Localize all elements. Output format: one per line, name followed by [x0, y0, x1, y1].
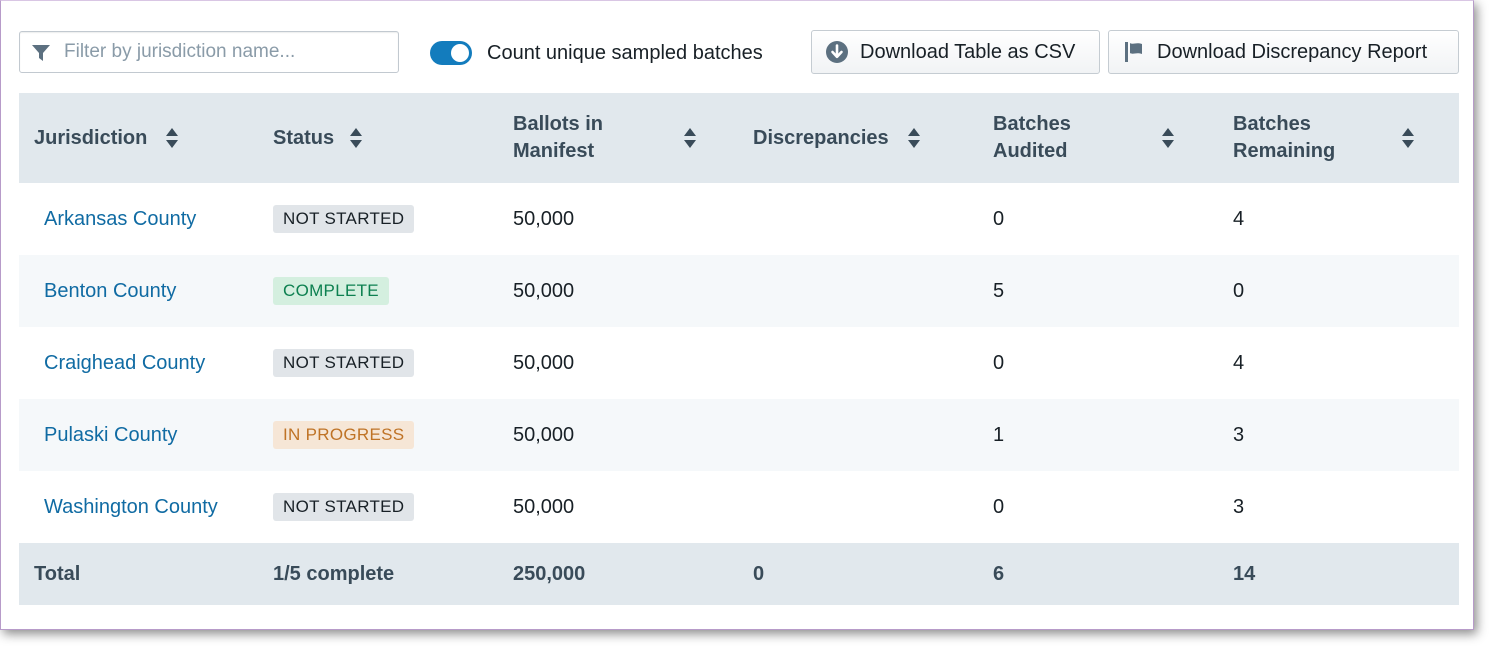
sort-icon	[350, 128, 362, 148]
batches-audited-cell: 0	[993, 495, 1005, 518]
sort-icon	[908, 128, 920, 148]
table-row: Washington County NOT STARTED 50,000 0 3	[19, 471, 1459, 543]
jurisdiction-cell: Craighead County	[44, 327, 205, 399]
column-header-status[interactable]: Status	[273, 93, 473, 183]
count-unique-switch[interactable]: Count unique sampled batches	[430, 39, 763, 67]
batches-audited-cell: 0	[993, 207, 1005, 230]
flag-icon	[1122, 40, 1146, 64]
sort-icon	[684, 128, 696, 148]
total-batches-remaining: 14	[1233, 562, 1256, 585]
arrow-down-circle-icon	[825, 40, 849, 64]
toggle-knob	[451, 44, 469, 62]
toggle-label: Count unique sampled batches	[487, 41, 763, 64]
table-row: Arkansas County NOT STARTED 50,000 0 4	[19, 183, 1459, 255]
column-header-label: Batches Remaining	[1233, 113, 1336, 162]
total-discrepancies: 0	[753, 562, 765, 585]
status-badge: IN PROGRESS	[273, 421, 415, 449]
batches-audited-cell: 1	[993, 423, 1005, 446]
ballots-cell: 50,000	[513, 423, 575, 446]
column-header-label: Ballots in Manifest	[513, 113, 604, 162]
download-csv-label: Download Table as CSV	[860, 40, 1076, 63]
download-discrepancy-label: Download Discrepancy Report	[1157, 40, 1428, 63]
batches-audited-cell: 0	[993, 351, 1005, 374]
status-badge: NOT STARTED	[273, 493, 415, 521]
column-header-jurisdiction[interactable]: Jurisdiction	[34, 93, 234, 183]
status-cell: IN PROGRESS	[273, 399, 415, 471]
sort-icon	[1162, 128, 1174, 148]
jurisdiction-cell: Benton County	[44, 255, 176, 327]
jurisdiction-link[interactable]: Pulaski County	[44, 424, 177, 447]
filter-icon	[31, 43, 51, 63]
jurisdiction-link[interactable]: Craighead County	[44, 352, 205, 375]
status-cell: NOT STARTED	[273, 471, 415, 543]
column-header-discrepancies[interactable]: Discrepancies	[753, 93, 953, 183]
batches-remaining-cell: 4	[1233, 207, 1245, 230]
table-footer-total-row: Total 1/5 complete 250,000 0 6 14	[19, 543, 1459, 605]
filter-field[interactable]	[19, 31, 399, 73]
table-row: Craighead County NOT STARTED 50,000 0 4	[19, 327, 1459, 399]
status-cell: NOT STARTED	[273, 327, 415, 399]
ballots-cell: 50,000	[513, 279, 575, 302]
total-status: 1/5 complete	[273, 562, 395, 585]
jurisdiction-cell: Pulaski County	[44, 399, 177, 471]
sort-icon	[1402, 128, 1414, 148]
download-discrepancy-button[interactable]: Download Discrepancy Report	[1108, 30, 1459, 74]
sort-icon	[166, 128, 178, 148]
batches-audited-cell: 5	[993, 279, 1005, 302]
status-cell: COMPLETE	[273, 255, 389, 327]
column-header-label: Status	[273, 126, 335, 149]
table-row: Pulaski County IN PROGRESS 50,000 1 3	[19, 399, 1459, 471]
ballots-cell: 50,000	[513, 351, 575, 374]
batches-remaining-cell: 4	[1233, 351, 1245, 374]
column-header-batches-audited[interactable]: Batches Audited	[993, 93, 1193, 183]
jurisdiction-cell: Arkansas County	[44, 183, 196, 255]
table-toolbar: Count unique sampled batches Download Ta…	[19, 30, 1459, 76]
jurisdiction-link[interactable]: Arkansas County	[44, 208, 196, 231]
jurisdiction-link[interactable]: Benton County	[44, 280, 176, 303]
status-badge: COMPLETE	[273, 277, 389, 305]
jurisdictions-table: Jurisdiction Status Ballots in Manifest …	[19, 93, 1459, 605]
column-header-ballots[interactable]: Ballots in Manifest	[513, 93, 713, 183]
table-row: Benton County COMPLETE 50,000 5 0	[19, 255, 1459, 327]
jurisdictions-panel: Count unique sampled batches Download Ta…	[0, 0, 1474, 630]
table-header: Jurisdiction Status Ballots in Manifest …	[19, 93, 1459, 183]
filter-input[interactable]	[64, 32, 384, 72]
total-ballots: 250,000	[513, 562, 586, 585]
jurisdiction-link[interactable]: Washington County	[44, 496, 218, 519]
status-cell: NOT STARTED	[273, 183, 415, 255]
column-header-batches-remaining[interactable]: Batches Remaining	[1233, 93, 1433, 183]
download-csv-button[interactable]: Download Table as CSV	[811, 30, 1100, 74]
column-header-label: Jurisdiction	[34, 126, 148, 149]
column-header-label: Discrepancies	[753, 126, 889, 149]
column-header-label: Batches Audited	[993, 113, 1071, 162]
status-badge: NOT STARTED	[273, 205, 415, 233]
batches-remaining-cell: 3	[1233, 423, 1245, 446]
total-label: Total	[34, 562, 81, 585]
status-badge: NOT STARTED	[273, 349, 415, 377]
ballots-cell: 50,000	[513, 207, 575, 230]
total-batches-audited: 6	[993, 562, 1005, 585]
jurisdiction-cell: Washington County	[44, 471, 218, 543]
toggle-switch[interactable]	[430, 41, 472, 65]
batches-remaining-cell: 3	[1233, 495, 1245, 518]
batches-remaining-cell: 0	[1233, 279, 1245, 302]
ballots-cell: 50,000	[513, 495, 575, 518]
